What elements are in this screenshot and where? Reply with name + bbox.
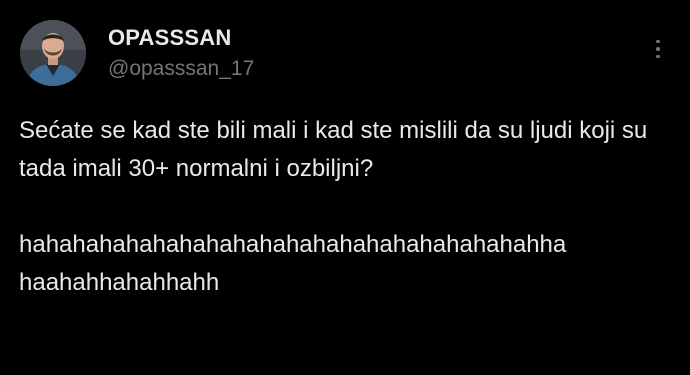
more-vertical-icon-dot: [656, 54, 660, 59]
more-vertical-icon: [656, 39, 660, 44]
avatar[interactable]: [20, 20, 86, 86]
display-name[interactable]: OPASSSAN: [108, 25, 231, 51]
tweet-text: Sećate se kad ste bili mali i kad ste mi…: [19, 112, 679, 302]
tweet-paragraph-laugh-line-2: haahahhahahhahh: [19, 269, 220, 296]
profile-photo-icon: [20, 20, 86, 86]
more-options-button[interactable]: [646, 34, 670, 64]
tweet-card: OPASSSAN @opasssan_17 Sećate se kad ste …: [0, 0, 690, 375]
tweet-paragraph-laugh-line-1: hahahahahahahahahahahahahahahahahahahahh…: [19, 231, 567, 258]
tweet-paragraph: Sećate se kad ste bili mali i kad ste mi…: [19, 117, 648, 182]
more-vertical-icon-dot: [656, 47, 660, 51]
user-handle[interactable]: @opasssan_17: [108, 57, 254, 81]
